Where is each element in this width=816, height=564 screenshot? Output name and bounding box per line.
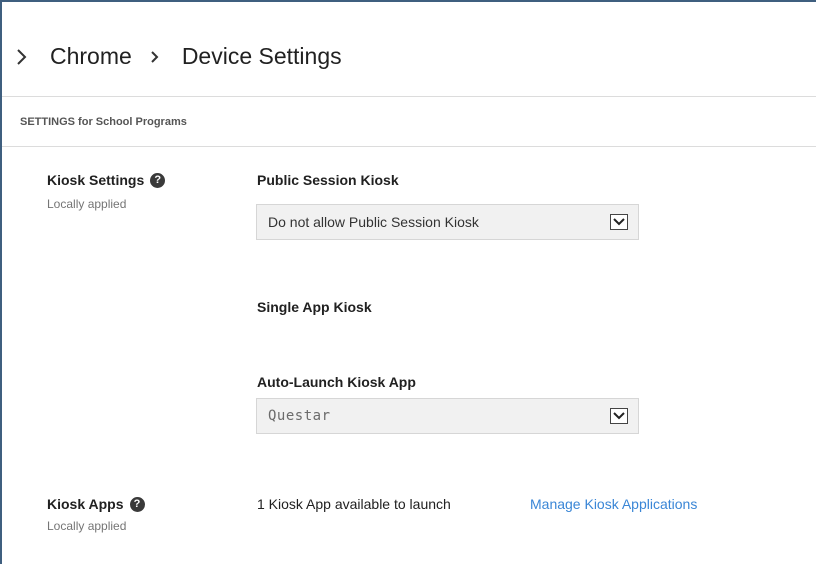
public-session-kiosk-value: Do not allow Public Session Kiosk — [268, 214, 479, 230]
divider — [2, 96, 816, 97]
window-frame — [0, 0, 816, 564]
chevron-right-icon — [150, 45, 166, 67]
single-app-kiosk-label: Single App Kiosk — [257, 299, 372, 315]
kiosk-apps-title: Kiosk Apps ? — [47, 496, 145, 512]
breadcrumb-item-chrome[interactable]: Chrome — [50, 43, 132, 70]
breadcrumb-item-device-settings: Device Settings — [181, 42, 342, 69]
kiosk-settings-subtitle: Locally applied — [47, 197, 127, 211]
section-header: SETTINGS for School Programs — [20, 116, 187, 128]
chevron-down-icon[interactable] — [610, 214, 628, 230]
kiosk-settings-label: Kiosk Settings — [47, 172, 145, 188]
help-icon[interactable]: ? — [150, 172, 166, 188]
manage-kiosk-applications-link[interactable]: Manage Kiosk Applications — [530, 496, 697, 512]
auto-launch-kiosk-app-value: Questar — [268, 408, 331, 424]
auto-launch-kiosk-app-label: Auto-Launch Kiosk App — [257, 374, 416, 390]
help-icon[interactable]: ? — [129, 496, 145, 512]
auto-launch-kiosk-app-select[interactable]: Questar — [256, 398, 639, 434]
kiosk-apps-subtitle: Locally applied — [47, 519, 127, 533]
public-session-kiosk-label: Public Session Kiosk — [257, 172, 399, 188]
chevron-right-icon[interactable] — [16, 45, 32, 67]
kiosk-settings-title: Kiosk Settings ? — [47, 172, 166, 188]
chevron-down-icon[interactable] — [610, 408, 628, 424]
kiosk-apps-status: 1 Kiosk App available to launch — [257, 496, 451, 512]
breadcrumb: Chrome Device Settings — [16, 38, 342, 74]
public-session-kiosk-select[interactable]: Do not allow Public Session Kiosk — [256, 204, 639, 240]
kiosk-apps-label: Kiosk Apps — [47, 496, 124, 512]
divider — [2, 146, 816, 147]
